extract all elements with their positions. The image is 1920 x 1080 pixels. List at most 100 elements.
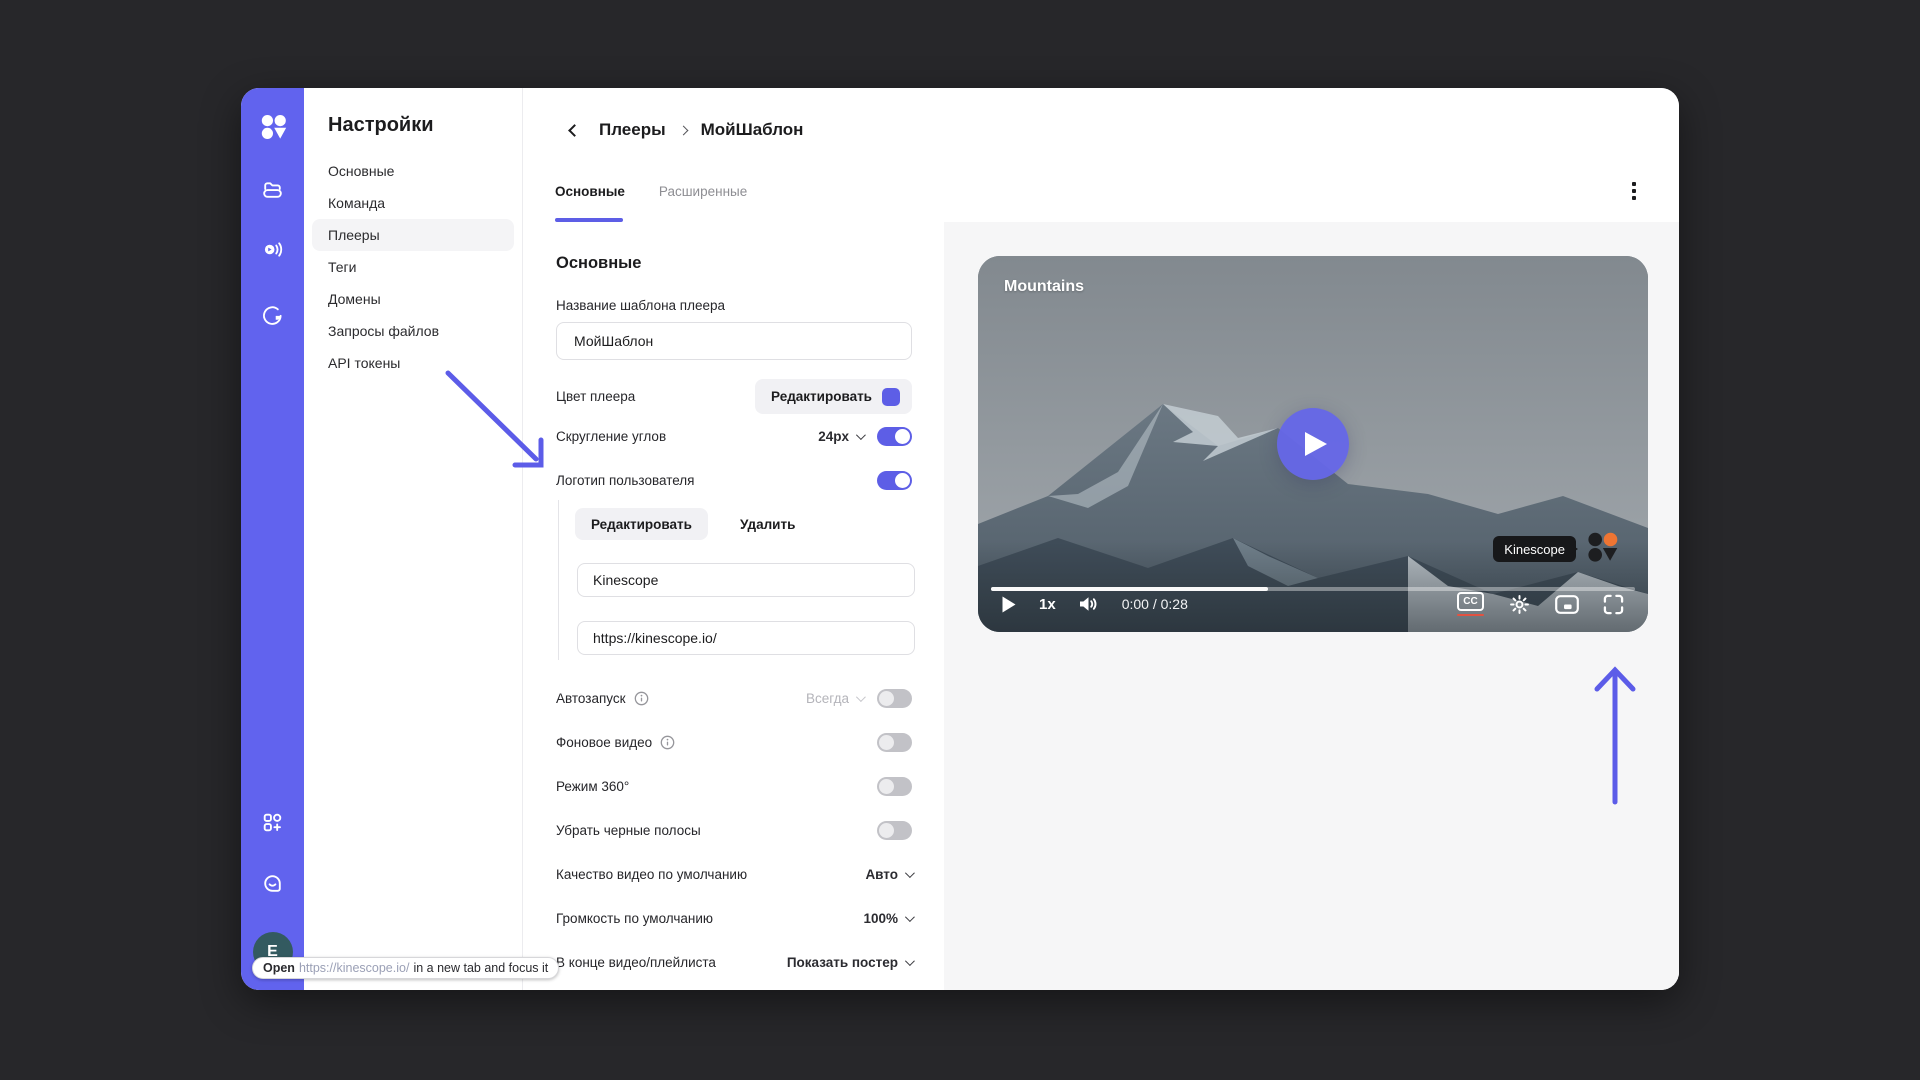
sidebar-item-api-tokens[interactable]: API токены [312, 347, 514, 379]
record-icon[interactable] [260, 302, 286, 328]
sidebar-item-general[interactable]: Основные [312, 155, 514, 187]
app-window: Е Настройки Основные Команда Плееры Теги… [241, 88, 1679, 990]
autoplay-value: Всегда [806, 691, 849, 706]
link-status-tooltip: Open https://kinescope.io/ in a new tab … [252, 957, 559, 979]
default-volume-value: 100% [863, 911, 898, 926]
chevron-down-icon [905, 912, 915, 922]
default-quality-row: Качество видео по умолчанию Авто [556, 860, 912, 888]
play-button[interactable] [1002, 596, 1016, 613]
chevron-right-icon [678, 125, 688, 135]
edit-logo-button[interactable]: Редактировать [575, 508, 708, 540]
settings-title: Настройки [328, 114, 434, 137]
apps-add-icon[interactable] [260, 809, 286, 835]
tab-advanced[interactable]: Расширенные [659, 184, 747, 209]
logo-url-input[interactable] [577, 621, 915, 655]
corner-radius-value: 24px [818, 429, 849, 444]
stream-icon[interactable] [260, 236, 286, 262]
user-logo-row: Логотип пользователя [556, 466, 912, 494]
info-icon[interactable] [634, 691, 649, 706]
play-icon [1304, 431, 1328, 457]
player-color-row: Цвет плеера Редактировать [556, 379, 912, 414]
video-end-row: В конце видео/плейлиста Показать постер [556, 948, 912, 976]
sidebar-item-team[interactable]: Команда [312, 187, 514, 219]
edit-color-button-label: Редактировать [771, 389, 872, 404]
chat-icon[interactable] [260, 870, 286, 896]
template-name-input[interactable] [556, 322, 912, 360]
info-icon[interactable] [660, 735, 675, 750]
breadcrumb-current: МойШаблон [701, 120, 804, 140]
remove-black-bars-row: Убрать черные полосы [556, 816, 912, 844]
breadcrumb-parent[interactable]: Плееры [599, 120, 666, 140]
cc-active-indicator [1457, 614, 1484, 617]
default-quality-label: Качество видео по умолчанию [556, 867, 747, 882]
chevron-down-icon [856, 430, 866, 440]
time-display: 0:00 / 0:28 [1122, 596, 1188, 612]
template-name-label: Название шаблона плеера [556, 298, 912, 313]
default-volume-row: Громкость по умолчанию 100% [556, 904, 912, 932]
watermark-tooltip-label: Kinescope [1504, 542, 1565, 557]
default-quality-value: Авто [865, 867, 898, 882]
corner-radius-row: Скругление углов 24px [556, 422, 912, 450]
background-video-row: Фоновое видео [556, 728, 912, 756]
playback-speed-button[interactable]: 1x [1039, 596, 1056, 613]
chevron-down-icon [905, 956, 915, 966]
corner-radius-toggle[interactable] [877, 427, 912, 446]
volume-icon[interactable] [1079, 595, 1099, 613]
video-end-select[interactable]: Показать постер [787, 955, 912, 970]
video-player[interactable]: Mountains Kinescope [978, 256, 1648, 632]
delete-logo-button[interactable]: Удалить [734, 516, 801, 533]
tab-general[interactable]: Основные [555, 184, 625, 209]
mode-360-label: Режим 360° [556, 779, 629, 794]
big-play-button[interactable] [1277, 408, 1349, 480]
background-video-toggle[interactable] [877, 733, 912, 752]
sidebar-item-players[interactable]: Плееры [312, 219, 514, 251]
player-preview-panel: Mountains Kinescope [944, 222, 1679, 990]
app-icon-sidebar: Е [241, 88, 304, 990]
section-title: Основные [556, 254, 912, 273]
chevron-left-icon [568, 124, 581, 137]
edit-color-button[interactable]: Редактировать [755, 379, 912, 414]
kinescope-watermark-logo[interactable] [1585, 529, 1619, 567]
folder-icon[interactable] [260, 175, 286, 201]
autoplay-toggle[interactable] [877, 689, 912, 708]
default-quality-select[interactable]: Авто [865, 867, 912, 882]
settings-nav: Настройки Основные Команда Плееры Теги Д… [304, 88, 523, 990]
back-button[interactable] [563, 119, 585, 141]
watermark-tooltip: Kinescope [1493, 536, 1576, 562]
mode-360-toggle[interactable] [877, 777, 912, 796]
video-title: Mountains [1004, 278, 1084, 296]
player-controls: 1x 0:00 / 0:28 [978, 584, 1648, 624]
tab-bar: Основные Расширенные [555, 184, 747, 209]
default-volume-label: Громкость по умолчанию [556, 911, 713, 926]
kinescope-logo-icon[interactable] [256, 110, 290, 144]
tooltip-url: https://kinescope.io/ [299, 961, 409, 975]
kebab-menu-icon[interactable] [1623, 180, 1645, 202]
autoplay-select[interactable]: Всегда [806, 691, 863, 706]
main-content: Плееры МойШаблон Основные Расширенные Ос… [523, 88, 1679, 990]
sidebar-item-file-requests[interactable]: Запросы файлов [312, 315, 514, 347]
background-video-label: Фоновое видео [556, 735, 652, 750]
player-settings-form: Основные Название шаблона плеера Цвет пл… [523, 222, 944, 990]
fullscreen-icon[interactable] [1603, 594, 1624, 615]
video-end-value: Показать постер [787, 955, 898, 970]
user-logo-label: Логотип пользователя [556, 473, 694, 488]
sidebar-item-tags[interactable]: Теги [312, 251, 514, 283]
autoplay-label: Автозапуск [556, 691, 626, 706]
breadcrumb: Плееры МойШаблон [563, 116, 803, 144]
settings-gear-icon[interactable] [1508, 593, 1531, 616]
player-color-label: Цвет плеера [556, 389, 635, 404]
autoplay-row: Автозапуск Всегда [556, 684, 912, 712]
pip-icon[interactable] [1555, 595, 1579, 614]
corner-radius-label: Скругление углов [556, 429, 666, 444]
sidebar-item-domains[interactable]: Домены [312, 283, 514, 315]
tooltip-prefix: Open [263, 961, 295, 975]
user-logo-toggle[interactable] [877, 471, 912, 490]
default-volume-select[interactable]: 100% [863, 911, 912, 926]
corner-radius-select[interactable]: 24px [818, 429, 863, 444]
logo-name-input[interactable] [577, 563, 915, 597]
remove-black-bars-toggle[interactable] [877, 821, 912, 840]
desktop-background: Е Настройки Основные Команда Плееры Теги… [0, 0, 1920, 1080]
cc-button[interactable]: CC [1457, 592, 1484, 617]
color-swatch [882, 388, 900, 406]
edit-logo-button-label: Редактировать [591, 517, 692, 532]
